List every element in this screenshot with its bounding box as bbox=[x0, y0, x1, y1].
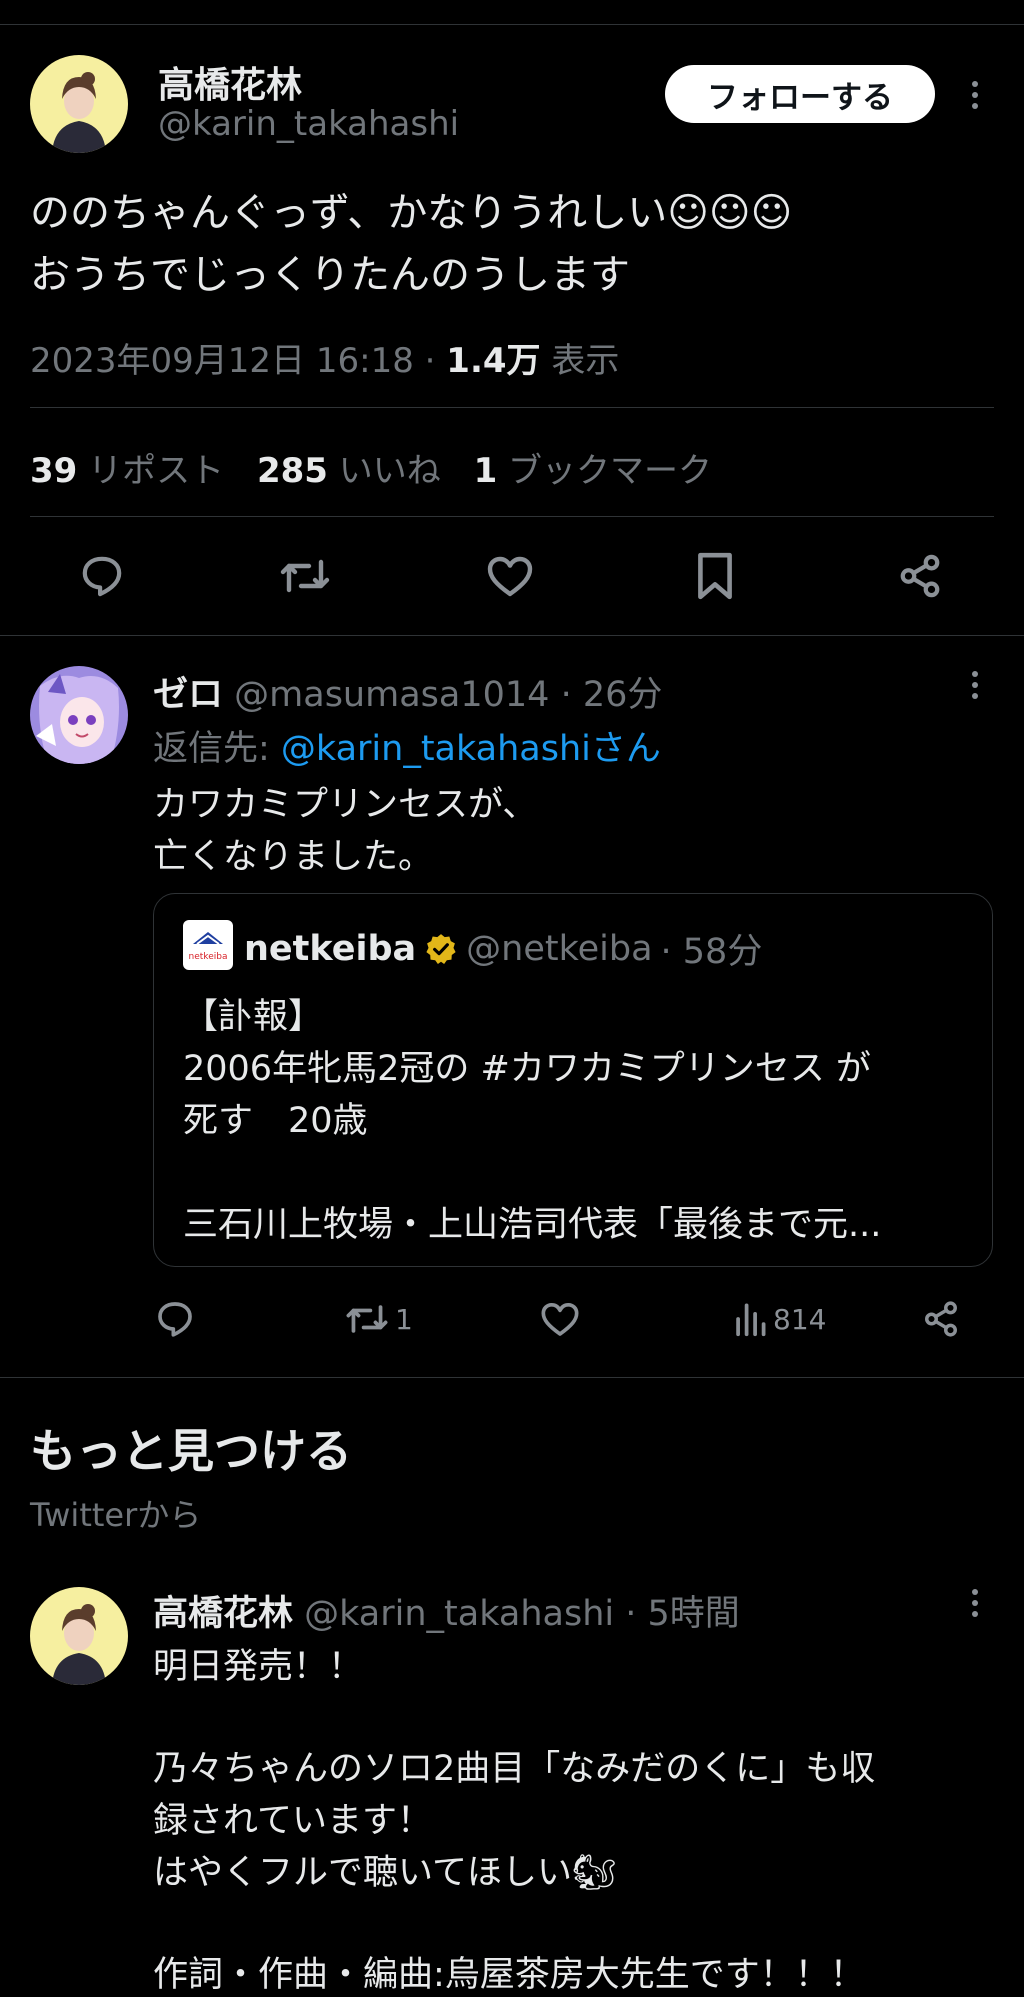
quote-text-line-3: 死す 20歳 bbox=[183, 1101, 368, 1141]
follow-button[interactable]: フォローする bbox=[665, 65, 935, 123]
views-label: 表示 bbox=[551, 341, 620, 381]
recommended-author-name[interactable]: 高橋花林 bbox=[153, 1594, 293, 1634]
recommended-text-line-1: 明日発売！！ bbox=[153, 1647, 364, 1687]
recommended-time[interactable]: · 5時間 bbox=[625, 1594, 740, 1634]
meta-separator: · bbox=[424, 341, 436, 381]
tweet-meta: 2023年09月12日 16:18 · 1.4万 表示 bbox=[30, 333, 619, 382]
reply-text-line-2: 亡くなりました。 bbox=[153, 837, 434, 877]
analytics-icon bbox=[736, 1303, 766, 1337]
quote-author-name[interactable]: netkeiba bbox=[244, 929, 416, 969]
reply-author-avatar[interactable] bbox=[30, 666, 128, 764]
retweet-icon[interactable] bbox=[275, 552, 335, 600]
author-avatar[interactable] bbox=[30, 55, 128, 153]
follow-button-label: フォローする bbox=[707, 79, 893, 116]
recommended-text-line-4: はやくフルで聴いてほしい🐿 bbox=[153, 1853, 617, 1893]
reply-header: ゼロ @masumasa1014 · 26分 bbox=[153, 666, 662, 717]
views-count: 1.4万 bbox=[446, 341, 541, 381]
reply-icon[interactable] bbox=[72, 552, 132, 600]
recommended-author-avatar[interactable] bbox=[30, 1587, 128, 1685]
discover-title: もっと見つける bbox=[30, 1424, 352, 1478]
stats-divider-top bbox=[30, 407, 994, 408]
engagement-stats: 39 リポスト 285 いいね 1 ブックマーク bbox=[30, 443, 712, 492]
reply-to-prefix: 返信先: bbox=[153, 729, 281, 769]
netkeiba-logo-text: netkeiba bbox=[189, 952, 228, 962]
likes-count: 285 bbox=[256, 451, 328, 491]
discover-subtitle: Twitterから bbox=[30, 1496, 202, 1534]
recommended-more-options-icon[interactable] bbox=[960, 1588, 990, 1618]
share-icon[interactable] bbox=[890, 552, 950, 600]
reply-author-name[interactable]: ゼロ bbox=[153, 675, 223, 715]
main-tweet-divider bbox=[0, 635, 1024, 636]
reply-to-handle-link[interactable]: @karin_takahashiさん bbox=[281, 729, 661, 769]
reply-divider bbox=[0, 1377, 1024, 1378]
likes-stat[interactable]: 285 いいね bbox=[257, 451, 441, 491]
top-divider bbox=[0, 24, 1024, 25]
reply-reply-button[interactable] bbox=[155, 1300, 195, 1338]
retweets-stat[interactable]: 39 リポスト bbox=[30, 451, 224, 491]
retweets-label: リポスト bbox=[88, 451, 225, 491]
quote-author-handle[interactable]: @netkeiba bbox=[466, 929, 652, 969]
reply-views-count: 814 bbox=[773, 1302, 827, 1336]
tweet-text-line-1: ののちゃんぐっず、かなりうれしい☺☺☺ bbox=[30, 190, 793, 236]
reply-icon bbox=[158, 1302, 192, 1337]
tweet-timestamp[interactable]: 2023年09月12日 16:18 bbox=[30, 341, 414, 381]
quote-text-line-1: 【訃報】 bbox=[183, 997, 324, 1037]
more-options-icon[interactable] bbox=[960, 80, 990, 110]
reply-time[interactable]: · 26分 bbox=[561, 675, 663, 715]
quote-text-line-2: 2006年牝馬2冠の #カワカミプリンセス が bbox=[183, 1049, 871, 1089]
reply-more-options-icon[interactable] bbox=[960, 670, 990, 700]
reply-views-button[interactable]: 814 bbox=[733, 1300, 826, 1338]
reply-retweet-button[interactable]: 1 bbox=[345, 1300, 413, 1338]
recommended-author-handle[interactable]: @karin_takahashi bbox=[304, 1594, 614, 1634]
reply-like-button[interactable] bbox=[540, 1300, 580, 1338]
bookmarks-label: ブックマーク bbox=[508, 451, 713, 491]
tweet-text-line-2: おうちでじっくりたんのうします bbox=[30, 252, 630, 298]
like-icon bbox=[541, 1303, 579, 1336]
verified-badge-icon bbox=[426, 933, 456, 964]
reply-author-handle[interactable]: @masumasa1014 bbox=[234, 675, 549, 715]
retweet-icon bbox=[346, 1305, 388, 1333]
reply-retweet-count: 1 bbox=[395, 1302, 413, 1336]
quote-header: netkeiba @netkeiba · 58分 bbox=[244, 923, 762, 974]
quote-text-line-4: 三石川上牧場・上山浩司代表「最後まで元... bbox=[183, 1205, 882, 1245]
reply-to-line: 返信先: @karin_takahashiさん bbox=[153, 720, 661, 771]
recommended-text-line-2: 乃々ちゃんのソロ2曲目「なみだのくに」も収 bbox=[153, 1749, 876, 1789]
bookmarks-stat[interactable]: 1 ブックマーク bbox=[474, 451, 712, 491]
quote-time: · 58分 bbox=[660, 932, 763, 972]
author-handle[interactable]: @karin_takahashi bbox=[158, 104, 459, 144]
likes-label: いいね bbox=[338, 451, 441, 491]
share-icon bbox=[925, 1301, 957, 1337]
recommended-header: 高橋花林 @karin_takahashi · 5時間 bbox=[153, 1585, 740, 1636]
like-icon[interactable] bbox=[480, 552, 540, 600]
reply-text-line-1: カワカミプリンセスが、 bbox=[153, 785, 538, 825]
author-name[interactable]: 高橋花林 bbox=[158, 56, 302, 108]
bookmarks-count: 1 bbox=[473, 451, 498, 491]
retweets-count: 39 bbox=[30, 451, 78, 491]
reply-share-button[interactable] bbox=[922, 1300, 960, 1338]
netkeiba-logo: netkeiba bbox=[183, 920, 233, 970]
stats-divider-bottom bbox=[30, 516, 994, 517]
bookmark-icon[interactable] bbox=[685, 550, 745, 602]
recommended-text-line-3: 録されています！ bbox=[153, 1801, 432, 1841]
